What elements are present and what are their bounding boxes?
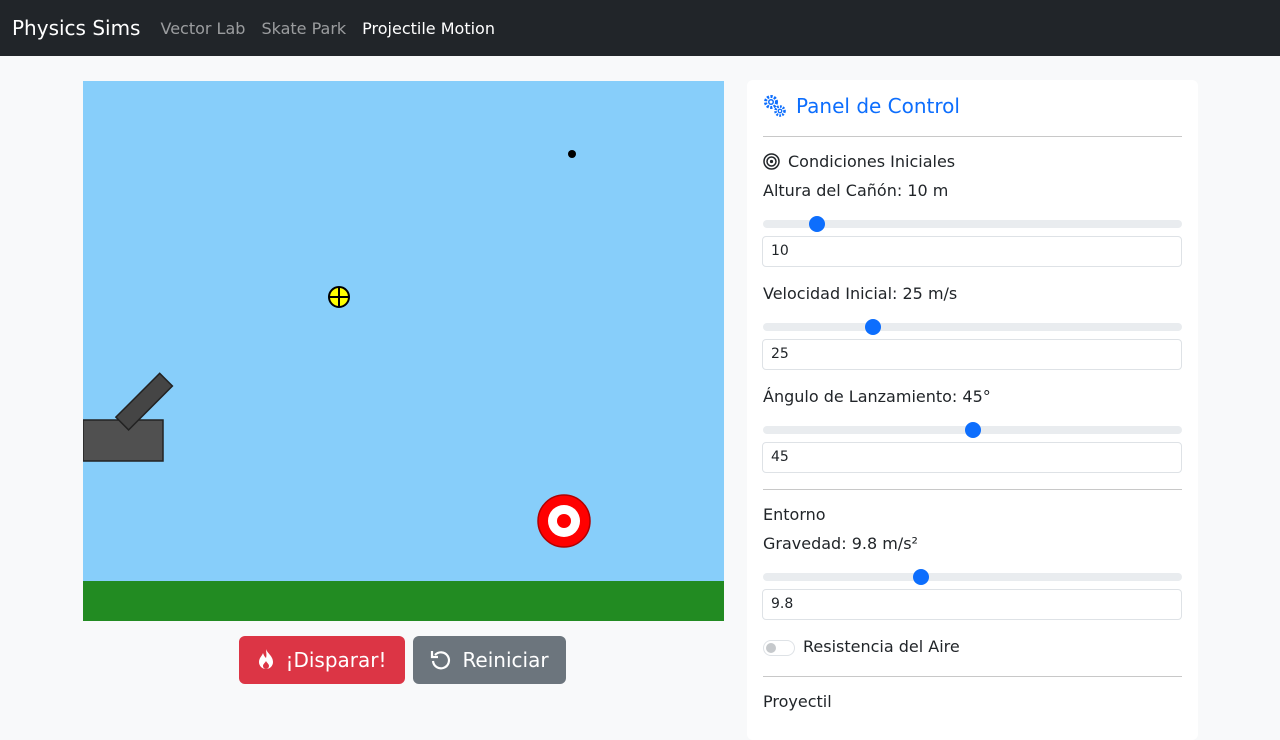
projectile-ball xyxy=(568,150,576,158)
simulation-canvas[interactable] xyxy=(83,81,724,621)
navbar-brand[interactable]: Physics Sims xyxy=(12,16,140,40)
initial-velocity-input[interactable]: 25 xyxy=(762,339,1182,370)
nav-link-projectile-motion[interactable]: Projectile Motion xyxy=(362,19,495,38)
cannon-height-slider[interactable] xyxy=(763,216,1182,232)
target xyxy=(537,494,591,548)
navbar: Physics Sims Vector Lab Skate Park Proje… xyxy=(0,0,1280,56)
nav-link-vector-lab[interactable]: Vector Lab xyxy=(160,19,245,38)
slider-thumb[interactable] xyxy=(964,422,981,438)
initial-velocity-slider[interactable] xyxy=(763,319,1182,335)
gravity-slider[interactable] xyxy=(763,569,1182,585)
panel-title: Panel de Control xyxy=(763,94,960,118)
target-icon xyxy=(763,153,780,170)
reset-button-label: Reiniciar xyxy=(462,648,549,672)
nav-link-skate-park[interactable]: Skate Park xyxy=(261,19,346,38)
gravity-input[interactable]: 9.8 xyxy=(762,589,1182,620)
air-resistance-label: Resistencia del Aire xyxy=(803,637,960,656)
launch-angle-slider[interactable] xyxy=(763,422,1182,438)
initial-velocity-label: Velocidad Inicial: 25 m/s xyxy=(763,284,958,303)
peak-marker xyxy=(328,286,350,308)
initial-conditions-title: Condiciones Iniciales xyxy=(763,152,955,171)
cannon-height-label: Altura del Cañón: 10 m xyxy=(763,181,949,200)
slider-thumb[interactable] xyxy=(809,216,826,232)
reset-button[interactable]: Reiniciar xyxy=(413,636,566,684)
panel-title-label: Panel de Control xyxy=(796,94,960,118)
sky xyxy=(83,81,724,581)
launch-angle-input[interactable]: 45 xyxy=(762,442,1182,473)
slider-thumb[interactable] xyxy=(912,569,929,585)
divider xyxy=(763,676,1182,677)
fire-button[interactable]: ¡Disparar! xyxy=(239,636,405,684)
reset-icon xyxy=(431,651,451,670)
fire-icon xyxy=(259,649,274,669)
initial-conditions-label: Condiciones Iniciales xyxy=(788,152,956,171)
projectile-section-title: Proyectil xyxy=(763,692,832,711)
fire-button-label: ¡Disparar! xyxy=(285,648,387,672)
toggle-knob xyxy=(766,643,776,653)
control-panel: Panel de Control Condiciones Iniciales A… xyxy=(747,80,1198,740)
gears-icon xyxy=(764,95,786,117)
divider xyxy=(763,136,1182,137)
ground xyxy=(83,581,724,621)
air-resistance-toggle[interactable] xyxy=(763,640,795,656)
launch-angle-label: Ángulo de Lanzamiento: 45° xyxy=(763,387,991,406)
cannon-height-input[interactable]: 10 xyxy=(762,236,1182,267)
slider-thumb[interactable] xyxy=(864,319,881,335)
gravity-label: Gravedad: 9.8 m/s² xyxy=(763,534,918,553)
environment-title: Entorno xyxy=(763,505,826,524)
divider xyxy=(763,489,1182,490)
